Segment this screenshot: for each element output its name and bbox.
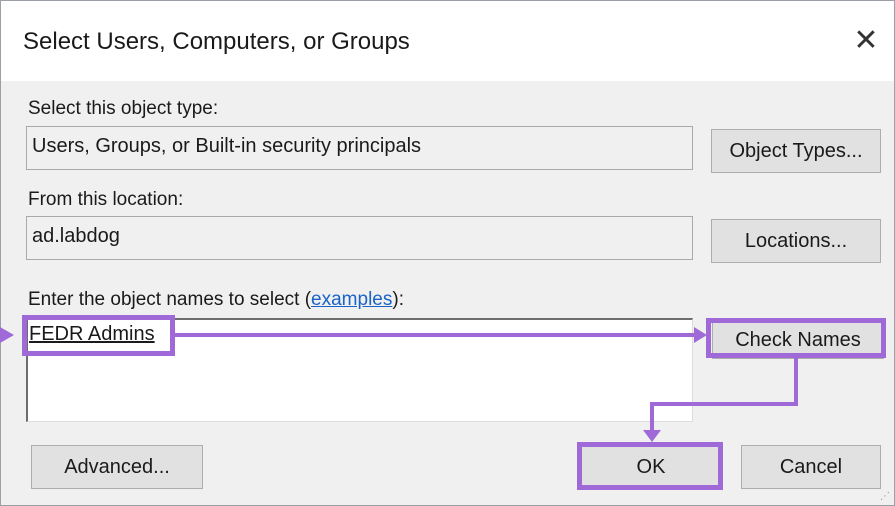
annotation-arrow-left-edge-icon — [0, 327, 14, 343]
annotation-arrow-ok-icon — [643, 430, 661, 442]
annotation-arrow-check-names-icon — [694, 327, 707, 343]
annotation-arrowheads — [0, 327, 707, 442]
